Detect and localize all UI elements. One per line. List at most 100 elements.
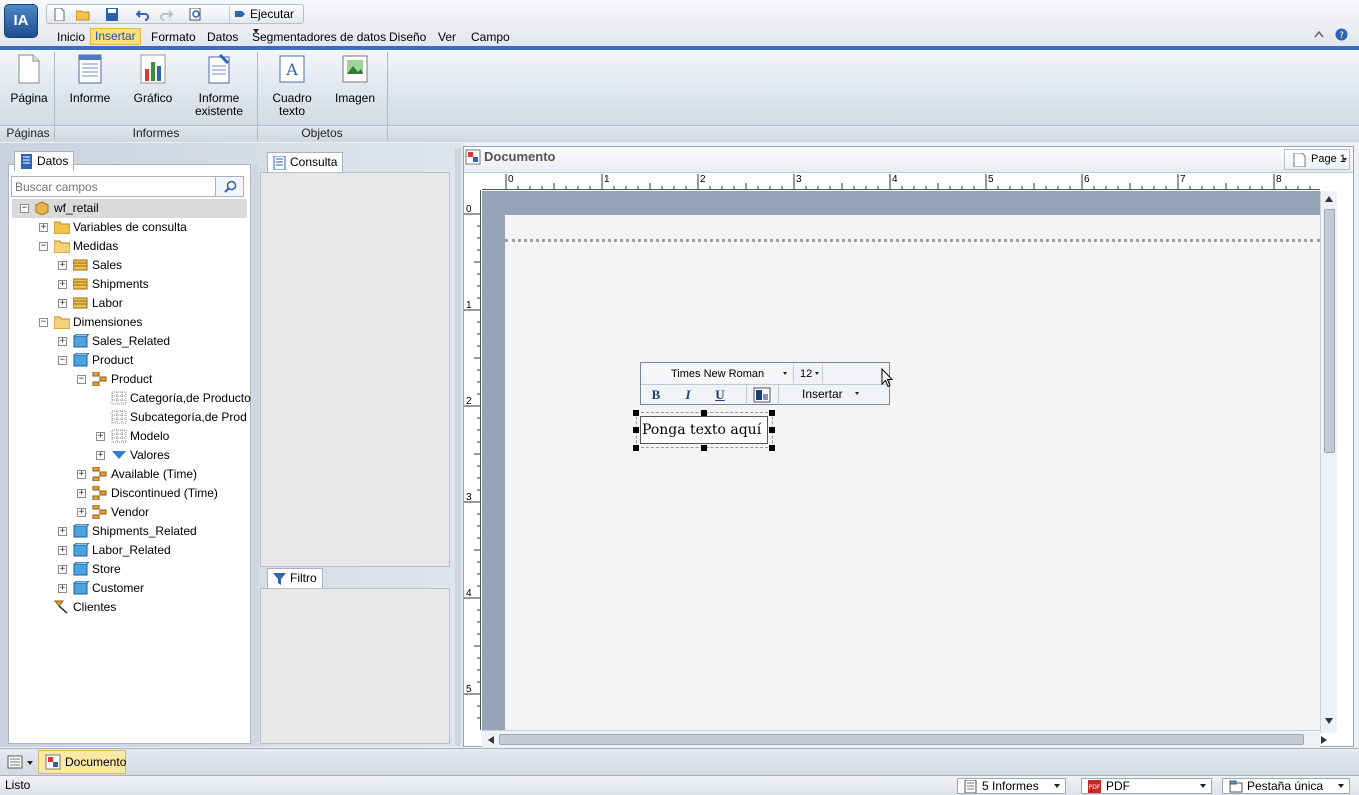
- consulta-icon: [273, 156, 286, 170]
- menu-campo[interactable]: Campo: [467, 30, 514, 45]
- redo-icon[interactable]: [159, 8, 173, 21]
- app-logo[interactable]: IA: [4, 4, 38, 38]
- search-input[interactable]: [12, 177, 212, 196]
- expand-icon[interactable]: +: [58, 280, 67, 289]
- pagina-button[interactable]: Página: [9, 54, 49, 105]
- expand-icon[interactable]: +: [58, 565, 67, 574]
- svg-text:PDF: PDF: [1089, 784, 1101, 791]
- resize-handle[interactable]: [633, 445, 639, 451]
- resize-handle[interactable]: [633, 427, 639, 433]
- run-button[interactable]: Ejecutar: [229, 6, 303, 33]
- font-select[interactable]: Times New Roman: [643, 365, 791, 383]
- help-icon[interactable]: ?: [1335, 28, 1348, 41]
- dimension-icon: [73, 543, 89, 557]
- collapse-icon[interactable]: −: [39, 242, 48, 251]
- open-folder-icon[interactable]: [76, 8, 90, 21]
- resize-handle[interactable]: [769, 410, 775, 416]
- informe-existente-button[interactable]: Informe existente: [193, 53, 245, 118]
- page-selector[interactable]: Page 1: [1284, 149, 1350, 170]
- vertical-scroll-thumb[interactable]: [1324, 209, 1335, 453]
- expand-icon[interactable]: +: [39, 223, 48, 232]
- menu-datos[interactable]: Datos: [203, 30, 242, 45]
- expand-icon[interactable]: +: [58, 337, 67, 346]
- undo-icon[interactable]: [136, 8, 150, 21]
- scroll-down-icon[interactable]: [1325, 718, 1333, 724]
- scroll-left-icon[interactable]: [488, 736, 494, 744]
- output-format-select[interactable]: PDF PDF: [1081, 778, 1212, 794]
- resize-handle[interactable]: [769, 427, 775, 433]
- vertical-scrollbar[interactable]: [1320, 191, 1337, 733]
- text-color-icon[interactable]: [753, 387, 771, 403]
- svg-text:A: A: [285, 60, 298, 79]
- menu-segmentadores[interactable]: Segmentadores de datos: [248, 30, 390, 45]
- collapse-icon[interactable]: −: [58, 356, 67, 365]
- documento-tab[interactable]: Documento: [38, 750, 126, 774]
- collapse-icon[interactable]: −: [39, 318, 48, 327]
- resize-handle[interactable]: [769, 445, 775, 451]
- expand-icon[interactable]: +: [58, 546, 67, 555]
- collapse-ribbon-icon[interactable]: [1314, 30, 1324, 39]
- main-splitter[interactable]: [455, 148, 461, 746]
- informe-existente-label-1: Informe: [198, 91, 240, 105]
- expand-icon[interactable]: +: [58, 299, 67, 308]
- ruler-h-label: 1: [604, 174, 610, 185]
- scroll-up-icon[interactable]: [1325, 196, 1333, 202]
- informes-count-select[interactable]: 5 Informes: [957, 778, 1066, 794]
- cuadro-texto-button[interactable]: A Cuadro texto: [270, 54, 314, 118]
- grafico-button[interactable]: Gráfico: [131, 54, 175, 105]
- expand-icon[interactable]: +: [77, 508, 86, 517]
- menu-inicio[interactable]: Inicio: [53, 30, 89, 45]
- bold-button[interactable]: B: [645, 387, 667, 403]
- imagen-button[interactable]: Imagen: [334, 54, 376, 105]
- datos-tab[interactable]: Datos: [14, 151, 75, 171]
- menu-formato[interactable]: Formato: [147, 30, 200, 45]
- existing-report-icon: [208, 53, 230, 84]
- horizontal-scrollbar[interactable]: [482, 730, 1327, 747]
- ruler-v-label: 1: [466, 300, 472, 311]
- textbox-content[interactable]: Ponga texto aquí: [640, 416, 768, 444]
- save-icon[interactable]: [105, 8, 119, 21]
- font-size-select[interactable]: 12: [793, 365, 821, 383]
- quick-access-toolbar: Ejecutar: [46, 4, 304, 33]
- group-paginas: Páginas: [6, 126, 50, 140]
- expand-icon[interactable]: +: [58, 261, 67, 270]
- resize-handle[interactable]: [701, 445, 707, 451]
- italic-button[interactable]: I: [677, 387, 699, 403]
- insert-dropdown[interactable]: Insertar: [786, 385, 862, 404]
- document-page[interactable]: Times New Roman 12 B I U Insertar Ponga …: [505, 215, 1320, 733]
- expand-icon[interactable]: +: [58, 584, 67, 593]
- expand-icon[interactable]: +: [58, 527, 67, 536]
- search-button[interactable]: [215, 177, 243, 196]
- expand-icon[interactable]: +: [96, 451, 105, 460]
- menu-insertar[interactable]: Insertar: [90, 28, 141, 45]
- page-icon: [1293, 153, 1306, 167]
- tree-item-subcategoria[interactable]: Subcategoría,de Producto: [96, 408, 247, 427]
- menu-ver[interactable]: Ver: [434, 30, 460, 45]
- informe-button[interactable]: Informe: [67, 54, 113, 105]
- underline-button[interactable]: U: [709, 387, 731, 403]
- tab-mode-select[interactable]: Pestaña única: [1222, 778, 1350, 794]
- expand-icon[interactable]: +: [96, 432, 105, 441]
- bottom-tab-bar: Documento: [0, 748, 1359, 775]
- scroll-right-icon[interactable]: [1321, 736, 1327, 744]
- new-document-icon[interactable]: [52, 8, 66, 21]
- expand-icon[interactable]: +: [77, 489, 86, 498]
- search-box: [11, 176, 244, 197]
- filtro-tab[interactable]: Filtro: [267, 568, 323, 588]
- hierarchy-icon: [92, 486, 107, 500]
- consulta-tab[interactable]: Consulta: [267, 152, 344, 172]
- resize-handle[interactable]: [701, 410, 707, 416]
- window-list-button[interactable]: [5, 753, 35, 772]
- menu-diseno[interactable]: Diseño: [385, 30, 430, 45]
- cuadro-texto-label-1: Cuadro: [272, 91, 312, 105]
- expand-icon[interactable]: +: [77, 470, 86, 479]
- ruler-v-label: 5: [466, 684, 472, 695]
- preview-icon[interactable]: [189, 8, 203, 21]
- collapse-icon[interactable]: −: [20, 204, 29, 213]
- horizontal-scroll-thumb[interactable]: [499, 734, 1304, 745]
- resize-handle[interactable]: [633, 410, 639, 416]
- collapse-icon[interactable]: −: [77, 375, 86, 384]
- document-title: Documento: [484, 149, 556, 164]
- panel-splitter[interactable]: [252, 165, 258, 745]
- document-icon: [45, 754, 61, 770]
